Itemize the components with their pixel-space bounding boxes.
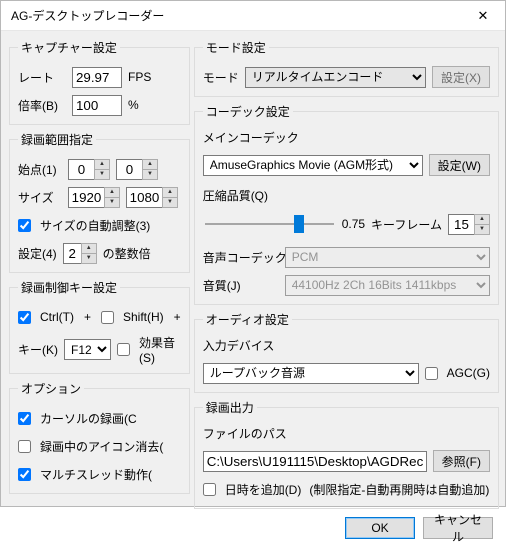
multiple-label-pre: 設定(4) xyxy=(18,245,57,262)
start-x-spinner[interactable]: ▲▼ xyxy=(68,159,110,180)
scale-label: 倍率(B) xyxy=(18,97,66,114)
control-group: 録画制御キー設定 Ctrl(T) + Shift(H) + キー(K) F12 … xyxy=(9,279,190,374)
iconhide-checkbox[interactable] xyxy=(18,440,31,453)
control-legend: 録画制御キー設定 xyxy=(18,279,120,296)
cursor-checkbox[interactable] xyxy=(18,412,31,425)
window-title: AG-デスクトップレコーダー xyxy=(11,7,461,24)
sound-checkbox[interactable] xyxy=(117,343,130,356)
codec-group: コーデック設定 メインコーデック AmuseGraphics Movie (AG… xyxy=(194,103,499,305)
ctrl-label: Ctrl(T) xyxy=(40,310,74,324)
date-note: (制限指定-自動再開時は自動追加) xyxy=(309,481,489,498)
path-label: ファイルのパス xyxy=(203,425,287,442)
agc-label: AGC(G) xyxy=(447,366,490,380)
plus-label-2: + xyxy=(174,310,181,324)
cursor-label: カーソルの録画(C xyxy=(40,410,137,427)
size-label: サイズ xyxy=(18,189,62,206)
size-w-spinner[interactable]: ▲▼ xyxy=(68,187,120,208)
plus-label: + xyxy=(84,310,91,324)
codec-set-button[interactable]: 設定(W) xyxy=(429,154,490,176)
chevron-down-icon[interactable]: ▼ xyxy=(163,197,177,207)
key-select[interactable]: F12 xyxy=(64,339,111,360)
mode-set-button[interactable]: 設定(X) xyxy=(432,66,490,88)
main-codec-label: メインコーデック xyxy=(203,129,299,146)
start-y-spinner[interactable]: ▲▼ xyxy=(116,159,158,180)
audio-quality-select[interactable]: 44100Hz 2Ch 16Bits 1411kbps xyxy=(285,275,490,296)
chevron-down-icon[interactable]: ▼ xyxy=(82,253,96,263)
close-icon[interactable]: ✕ xyxy=(461,1,505,30)
sound-label: 効果音(S) xyxy=(139,334,181,365)
device-select[interactable]: ループバック音源 xyxy=(203,363,419,384)
rate-label: レート xyxy=(18,69,66,86)
dialog-window: AG-デスクトップレコーダー ✕ キャプチャー設定 レート FPS 倍率(B) … xyxy=(0,0,506,507)
main-codec-select[interactable]: AmuseGraphics Movie (AGM形式) xyxy=(203,155,423,176)
ctrl-checkbox[interactable] xyxy=(18,311,31,324)
key-label: キー(K) xyxy=(18,341,58,358)
mode-group: モード設定 モード リアルタイムエンコード 設定(X) xyxy=(194,39,499,97)
multiple-label-post: の整数倍 xyxy=(103,245,151,262)
capture-legend: キャプチャー設定 xyxy=(18,39,120,56)
scale-input[interactable] xyxy=(72,95,122,116)
agc-checkbox[interactable] xyxy=(425,367,438,380)
chevron-down-icon[interactable]: ▼ xyxy=(143,169,157,179)
audio-quality-label: 音質(J) xyxy=(203,277,279,294)
chevron-down-icon[interactable]: ▼ xyxy=(95,169,109,179)
percent-label: % xyxy=(128,98,139,112)
mode-legend: モード設定 xyxy=(203,39,269,56)
device-label: 入力デバイス xyxy=(203,337,275,354)
autosize-label: サイズの自動調整(3) xyxy=(40,217,150,234)
chevron-up-icon[interactable]: ▲ xyxy=(475,215,489,224)
range-group: 録画範囲指定 始点(1) ▲▼ ▲▼ サイズ xyxy=(9,131,190,273)
chevron-up-icon[interactable]: ▲ xyxy=(143,160,157,169)
audio-codec-select[interactable]: PCM xyxy=(285,247,490,268)
option-legend: オプション xyxy=(18,380,84,397)
date-label: 日時を追加(D) xyxy=(225,481,302,498)
quality-label: 圧縮品質(Q) xyxy=(203,187,268,204)
chevron-up-icon[interactable]: ▲ xyxy=(95,160,109,169)
codec-legend: コーデック設定 xyxy=(203,103,293,120)
cancel-button[interactable]: キャンセル xyxy=(423,517,493,539)
shift-checkbox[interactable] xyxy=(101,311,114,324)
audio-legend: オーディオ設定 xyxy=(203,311,292,328)
multithread-label: マルチスレッド動作( xyxy=(40,466,152,483)
mode-label: モード xyxy=(203,69,239,86)
audio-codec-label: 音声コーデック xyxy=(203,249,279,266)
path-input[interactable] xyxy=(203,451,427,472)
iconhide-label: 録画中のアイコン消去( xyxy=(40,438,163,455)
mode-select[interactable]: リアルタイムエンコード xyxy=(245,67,426,88)
capture-group: キャプチャー設定 レート FPS 倍率(B) % xyxy=(9,39,190,125)
range-legend: 録画範囲指定 xyxy=(18,131,96,148)
ok-button[interactable]: OK xyxy=(345,517,415,539)
start-label: 始点(1) xyxy=(18,161,62,178)
option-group: オプション カーソルの録画(C 録画中のアイコン消去( マルチスレッド動作( xyxy=(9,380,190,494)
fps-label: FPS xyxy=(128,70,151,84)
multiple-spinner[interactable]: ▲▼ xyxy=(63,243,97,264)
shift-label: Shift(H) xyxy=(123,310,164,324)
quality-slider[interactable] xyxy=(205,214,334,234)
chevron-up-icon[interactable]: ▲ xyxy=(82,244,96,253)
output-legend: 録画出力 xyxy=(203,399,257,416)
chevron-down-icon[interactable]: ▼ xyxy=(105,197,119,207)
quality-value: 0.75 xyxy=(342,217,365,231)
chevron-up-icon[interactable]: ▲ xyxy=(105,188,119,197)
keyframe-spinner[interactable]: ▲▼ xyxy=(448,214,490,235)
footer: OK キャンセル xyxy=(1,517,505,539)
audio-group: オーディオ設定 入力デバイス ループバック音源 AGC(G) xyxy=(194,311,499,393)
size-h-spinner[interactable]: ▲▼ xyxy=(126,187,178,208)
multithread-checkbox[interactable] xyxy=(18,468,31,481)
chevron-up-icon[interactable]: ▲ xyxy=(163,188,177,197)
titlebar: AG-デスクトップレコーダー ✕ xyxy=(1,1,505,31)
browse-button[interactable]: 参照(F) xyxy=(433,450,490,472)
chevron-down-icon[interactable]: ▼ xyxy=(475,224,489,234)
keyframe-label: キーフレーム xyxy=(371,216,442,233)
autosize-checkbox[interactable] xyxy=(18,219,31,232)
rate-input[interactable] xyxy=(72,67,122,88)
output-group: 録画出力 ファイルのパス 参照(F) 日時を追加(D) (制限指定-自動再開時は… xyxy=(194,399,499,509)
date-checkbox[interactable] xyxy=(203,483,216,496)
